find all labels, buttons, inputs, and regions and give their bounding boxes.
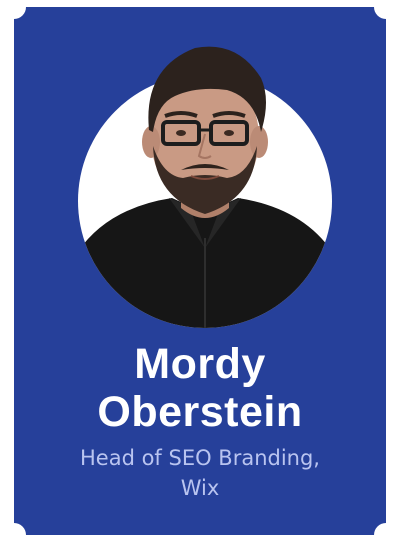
- card-notch-top-left: [2, 0, 26, 19]
- person-portrait-icon: [78, 46, 332, 328]
- card-notch-bottom-right: [374, 523, 396, 547]
- card-notch-top-right: [374, 0, 396, 19]
- speaker-title: Head of SEO Branding, Wix: [14, 443, 386, 503]
- speaker-company: Wix: [180, 476, 220, 500]
- speaker-last-name: Oberstein: [97, 388, 303, 436]
- speaker-photo: [77, 38, 333, 328]
- card-notch-bottom-left: [2, 523, 26, 547]
- speaker-first-name: Mordy: [134, 340, 266, 388]
- speaker-name: Mordy Oberstein: [14, 340, 386, 436]
- speaker-role: Head of SEO Branding,: [79, 446, 320, 470]
- speaker-card: Mordy Oberstein Head of SEO Branding, Wi…: [2, 0, 396, 547]
